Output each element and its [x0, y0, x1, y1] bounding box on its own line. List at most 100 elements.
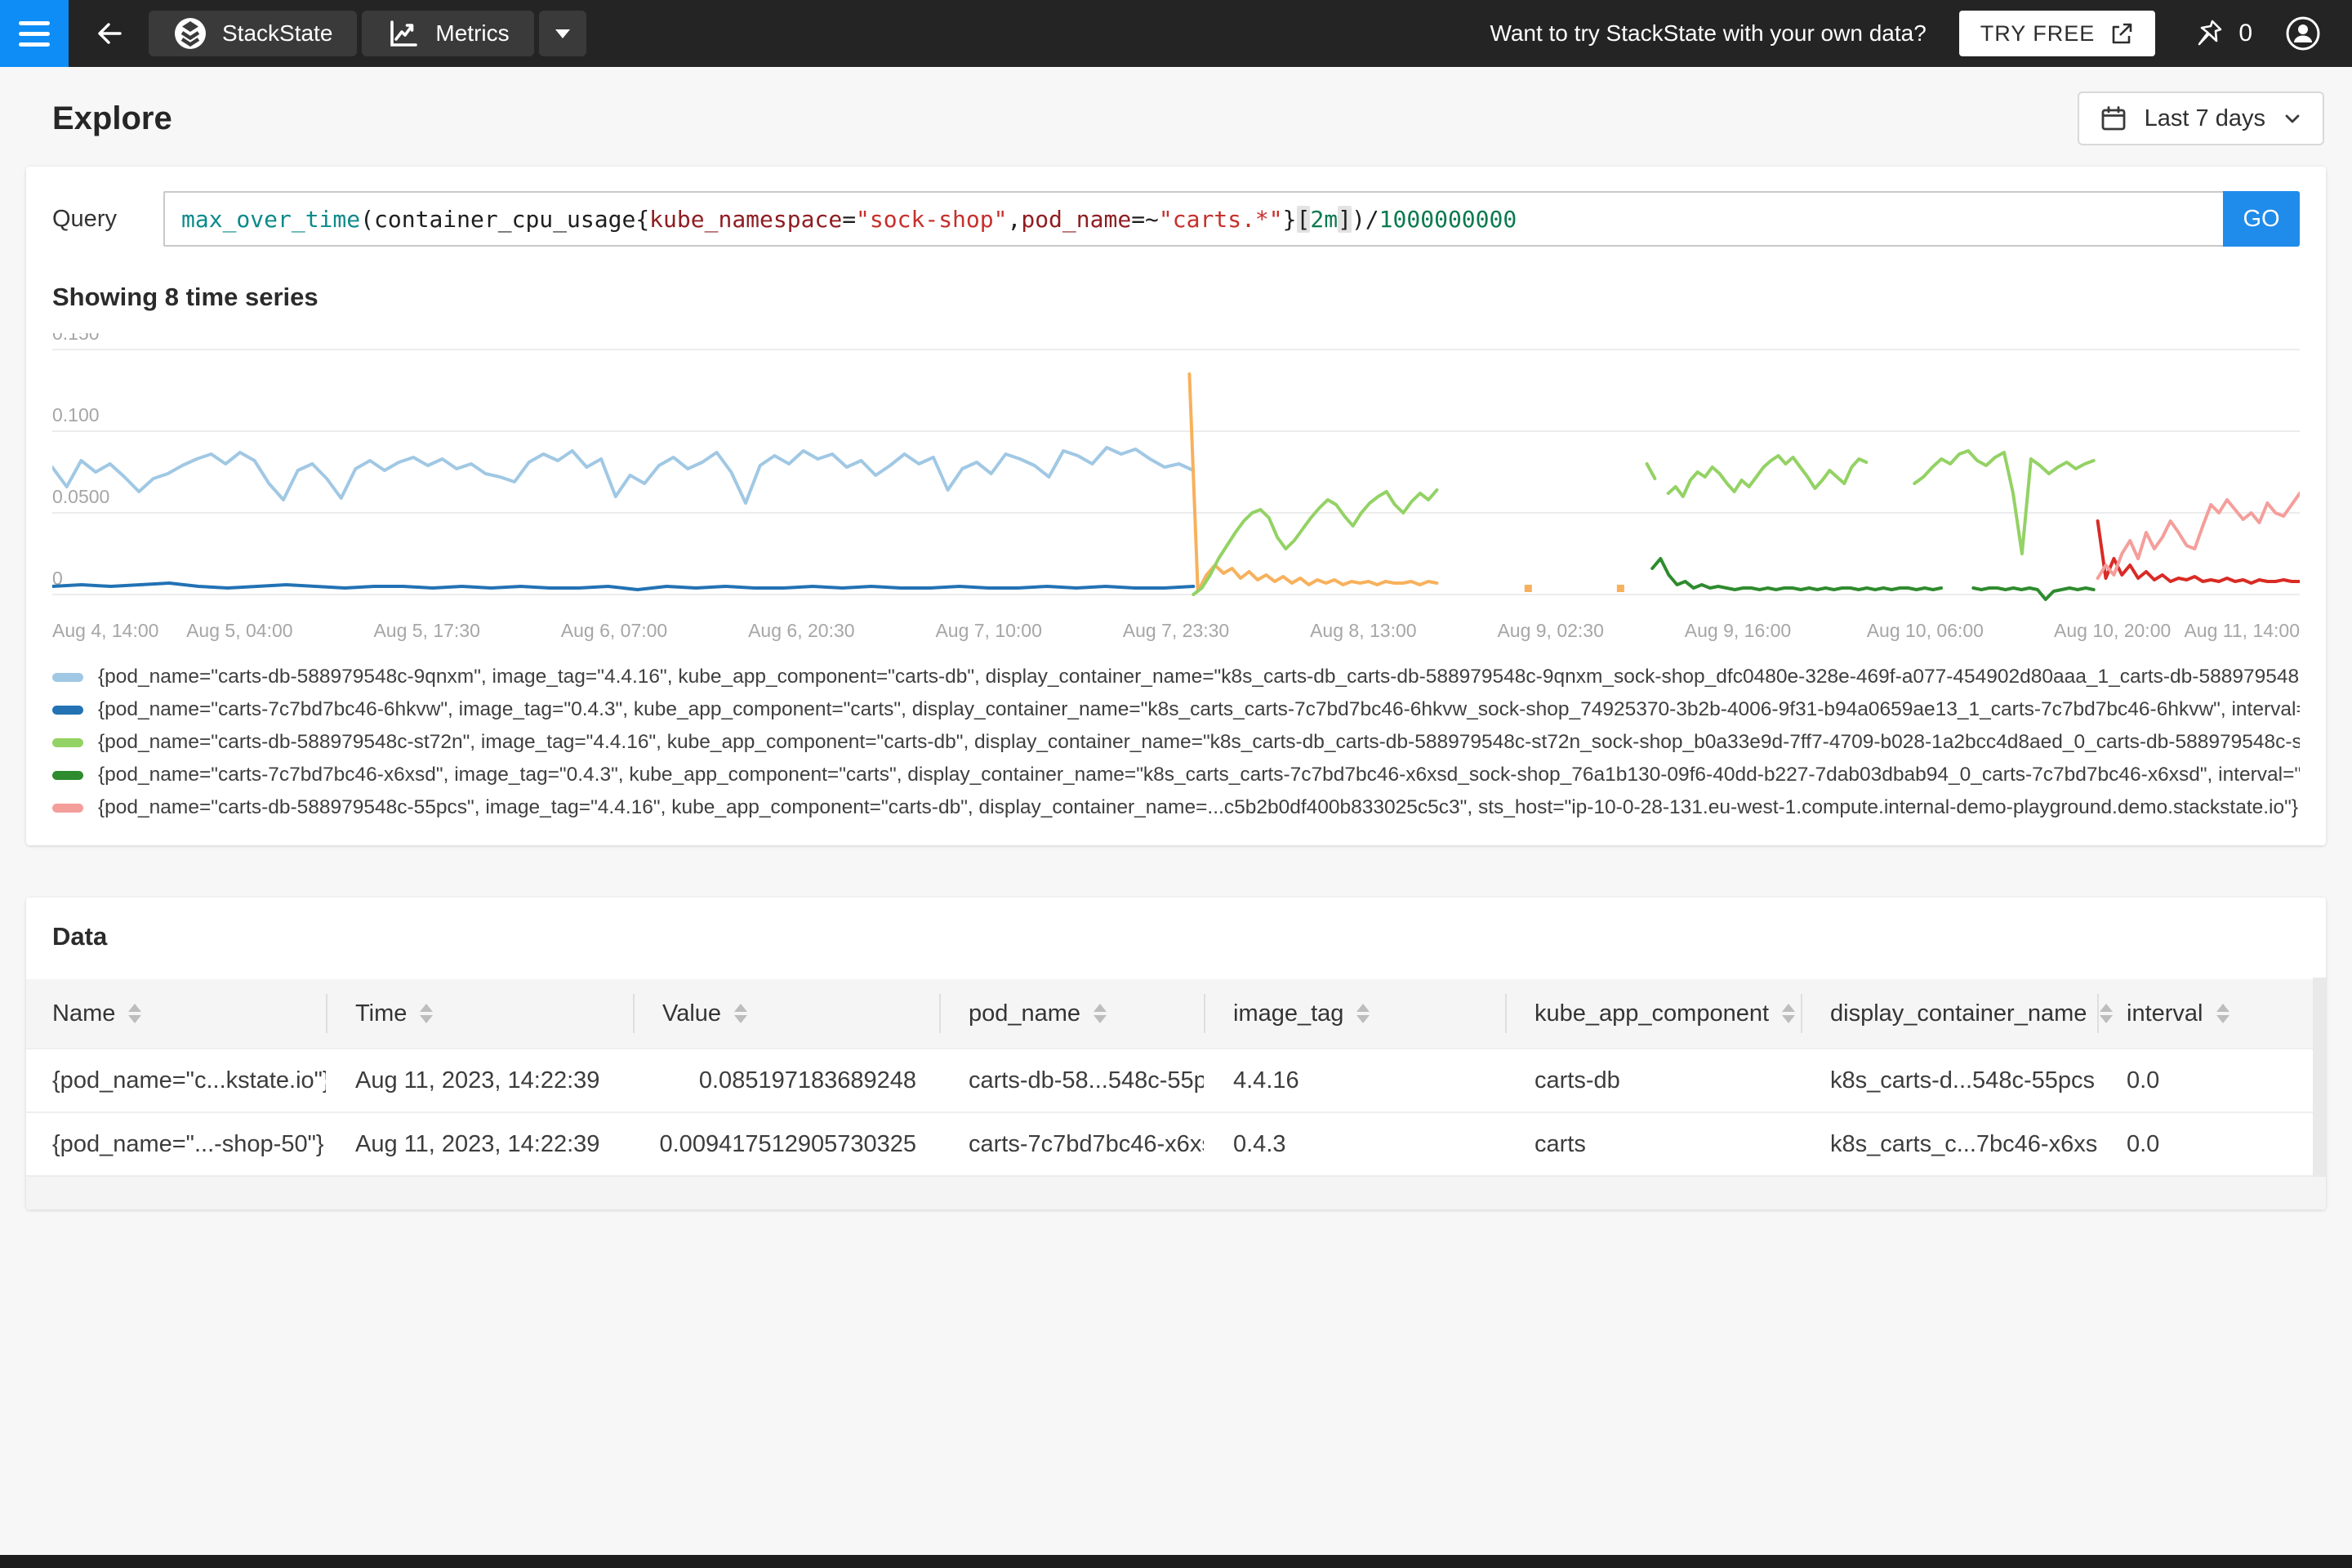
query-token: ,	[1007, 205, 1022, 233]
legend-item[interactable]: {pod_name="carts-7c7bd7bc46-6hkvw", imag…	[52, 693, 2300, 726]
tab-metrics-label: Metrics	[435, 20, 510, 46]
query-token: (	[360, 205, 375, 233]
query-token: "carts.*"	[1158, 205, 1283, 233]
legend-swatch	[52, 770, 83, 780]
table-cell: 0.009417512905730325	[633, 1111, 939, 1175]
back-button[interactable]	[93, 17, 126, 50]
time-range-label: Last 7 days	[2144, 105, 2265, 131]
legend-label: {pod_name="carts-db-588979548c-55pcs", i…	[98, 796, 2299, 818]
svg-text:Aug 5, 17:30: Aug 5, 17:30	[373, 620, 479, 641]
sort-icon	[2216, 1004, 2230, 1023]
metrics-chart-icon	[386, 16, 421, 51]
tab-stackstate-label: StackState	[222, 20, 333, 46]
table-cell: carts-db	[1505, 1048, 1801, 1111]
try-free-button[interactable]: TRY FREE	[1958, 11, 2156, 56]
stackstate-logo-icon	[173, 16, 207, 51]
query-token: max_over_time	[181, 205, 361, 233]
table-cell: Aug 11, 2023, 14:22:39	[326, 1048, 633, 1111]
back-arrow-icon	[98, 23, 122, 44]
pin-icon	[2198, 20, 2222, 46]
table-row: {pod_name="...-shop-50"} Aug 11, 2023, 14…	[26, 1111, 2326, 1175]
column-header-name[interactable]: Name	[26, 979, 326, 1048]
column-header-pod-name[interactable]: pod_name	[939, 979, 1204, 1048]
time-range-button[interactable]: Last 7 days	[2077, 91, 2324, 145]
time-series-chart: 0.1500.1000.05000Aug 4, 14:00 Aug 5, 04:0…	[51, 323, 2301, 641]
tab-options-caret-button[interactable]	[538, 11, 586, 56]
column-header-interval[interactable]: interval	[2097, 979, 2326, 1048]
svg-text:0.150: 0.150	[52, 333, 100, 344]
go-button[interactable]: GO	[2223, 191, 2300, 247]
column-header-label: interval	[2127, 1000, 2203, 1027]
svg-text:Aug 4, 14:00: Aug 4, 14:00	[52, 620, 158, 641]
table-cell: carts-7c7bd7bc46-x6xsd	[939, 1111, 1204, 1175]
pin-button[interactable]: 0	[2191, 16, 2252, 51]
table-horizontal-scrollbar[interactable]	[26, 1175, 2326, 1209]
table-vertical-scrollbar[interactable]	[2313, 978, 2326, 1177]
sort-icon	[1094, 1004, 1107, 1023]
query-token: 1000000000	[1379, 205, 1517, 233]
svg-text:Aug 11, 14:00: Aug 11, 14:00	[2184, 620, 2300, 641]
svg-text:Aug 8, 13:00: Aug 8, 13:00	[1310, 620, 1416, 641]
svg-text:Aug 6, 07:00: Aug 6, 07:00	[561, 620, 667, 641]
query-token: /	[1365, 205, 1379, 233]
table-cell: 0.0	[2097, 1048, 2326, 1111]
query-token: "sock-shop"	[856, 205, 1008, 233]
column-header-value[interactable]: Value	[633, 979, 939, 1048]
tab-stackstate[interactable]: StackState	[149, 11, 358, 56]
query-token: kube_namespace	[649, 205, 843, 233]
column-header-label: kube_app_component	[1535, 1000, 1770, 1027]
legend-swatch	[52, 737, 83, 747]
legend-label: {pod_name="carts-7c7bd7bc46-6hkvw", imag…	[98, 698, 2300, 720]
pin-count: 0	[2238, 20, 2252, 47]
chart-title: Showing 8 time series	[52, 283, 318, 311]
column-header-time[interactable]: Time	[326, 979, 633, 1048]
column-header-label: display_container_name	[1830, 1000, 2087, 1027]
promo-text: Want to try StackState with your own dat…	[1490, 20, 1927, 46]
hamburger-menu-button[interactable]	[0, 0, 69, 67]
avatar-button[interactable]	[2283, 14, 2323, 53]
legend-item[interactable]: {pod_name="carts-db-588979548c-55pcs", i…	[52, 791, 2300, 824]
explore-card: Query max_over_time(container_cpu_usage{…	[26, 167, 2326, 845]
svg-text:Aug 6, 20:30: Aug 6, 20:30	[748, 620, 854, 641]
legend-label: {pod_name="carts-7c7bd7bc46-x6xsd", imag…	[98, 764, 2300, 786]
table-row: {pod_name="c...kstate.io"} Aug 11, 2023, …	[26, 1048, 2326, 1111]
column-header-kube-app-component[interactable]: kube_app_component	[1505, 979, 1801, 1048]
legend-label: {pod_name="carts-db-588979548c-st72n", i…	[98, 731, 2300, 753]
table-cell: carts-db-58...548c-55pcs	[939, 1048, 1204, 1111]
table-cell: 4.4.16	[1204, 1048, 1505, 1111]
query-token: {	[635, 205, 650, 233]
column-header-label: Name	[52, 1000, 116, 1027]
query-token: container_cpu_usage	[374, 205, 636, 233]
legend-item[interactable]: {pod_name="carts-db-588979548c-9qnxm", i…	[52, 661, 2300, 693]
query-token: pod_name	[1021, 205, 1132, 233]
column-header-label: Value	[662, 1000, 722, 1027]
query-input[interactable]: max_over_time(container_cpu_usage{kube_n…	[163, 191, 2223, 247]
svg-text:Aug 9, 02:30: Aug 9, 02:30	[1497, 620, 1603, 641]
legend-item[interactable]: {pod_name="carts-db-588979548c-st72n", i…	[52, 726, 2300, 759]
legend-item[interactable]: {pod_name="carts-7c7bd7bc46-x6xsd", imag…	[52, 759, 2300, 791]
svg-text:0.100: 0.100	[52, 404, 100, 425]
column-header-display-container-name[interactable]: display_container_name	[1801, 979, 2114, 1048]
tab-metrics[interactable]: Metrics	[362, 11, 534, 56]
column-header-image-tag[interactable]: image_tag	[1204, 979, 1505, 1048]
table-cell: Aug 11, 2023, 14:22:39	[326, 1111, 633, 1175]
external-link-icon	[2113, 23, 2132, 44]
query-token: ]	[1338, 205, 1352, 233]
table-cell: {pod_name="...-shop-50"}	[26, 1111, 326, 1175]
legend-swatch	[52, 803, 83, 813]
table-cell: carts	[1505, 1111, 1801, 1175]
table-cell: 0.4.3	[1204, 1111, 1505, 1175]
table-cell: k8s_carts_c...7bc46-x6xsd	[1801, 1111, 2097, 1175]
data-card: Data Name Time Value pod_name image_tag kube_…	[26, 898, 2326, 1209]
svg-text:Aug 7, 10:00: Aug 7, 10:00	[935, 620, 1041, 641]
query-token: 2m	[1310, 205, 1339, 233]
column-header-label: image_tag	[1233, 1000, 1344, 1027]
sort-icon	[1782, 1004, 1796, 1023]
table-cell: {pod_name="c...kstate.io"}	[26, 1048, 326, 1111]
table-header-row: Name Time Value pod_name image_tag kube_app_c…	[26, 979, 2326, 1048]
footer-bar	[0, 1555, 2352, 1568]
svg-text:Aug 10, 20:00: Aug 10, 20:00	[2054, 620, 2171, 641]
svg-text:Aug 5, 04:00: Aug 5, 04:00	[186, 620, 292, 641]
hamburger-icon	[19, 20, 50, 25]
column-header-label: pod_name	[969, 1000, 1081, 1027]
